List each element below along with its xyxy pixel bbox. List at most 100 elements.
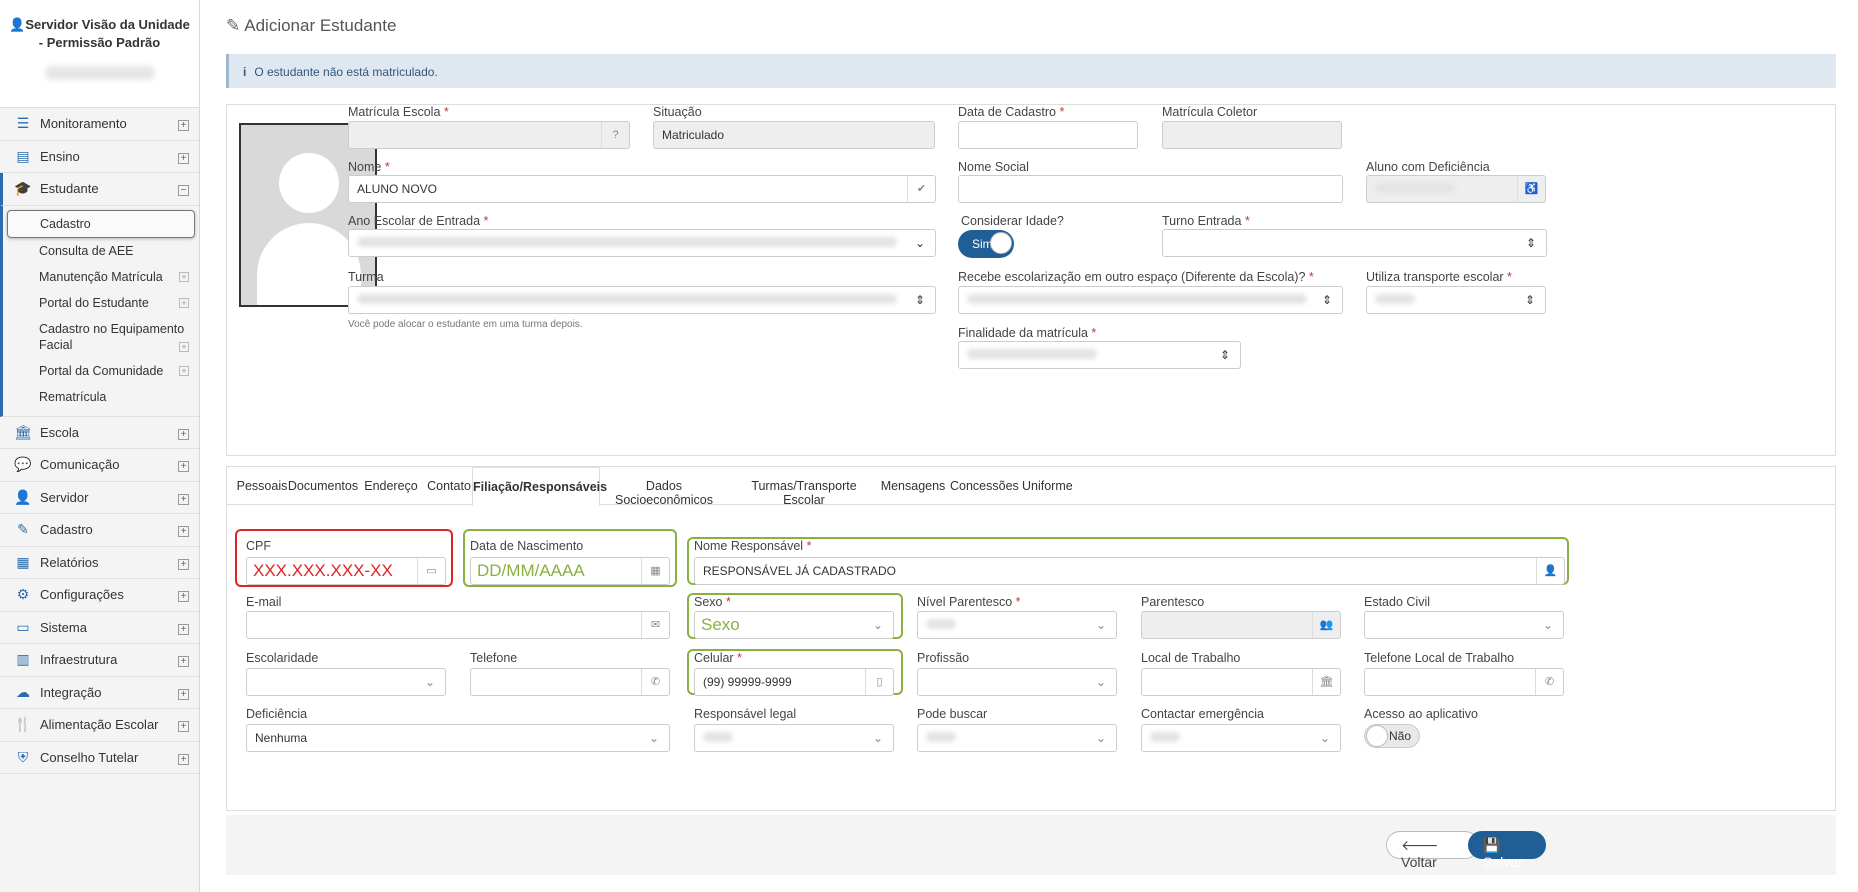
nome-input[interactable]: ALUNO NOVO ✔ bbox=[348, 175, 936, 203]
monitor-icon: ▭ bbox=[16, 618, 30, 635]
sidebar-item-configuracoes[interactable]: ⚙ Configurações + bbox=[0, 579, 199, 612]
wheelchair-icon: ♿ bbox=[1517, 176, 1545, 202]
submenu-item-cadastro[interactable]: Cadastro bbox=[7, 209, 195, 238]
sidebar-item-relatorios[interactable]: ▦ Relatórios + bbox=[0, 546, 199, 579]
expand-icon[interactable]: + bbox=[179, 271, 189, 282]
sexo-select[interactable]: Sexo ⌄ bbox=[694, 611, 894, 639]
local-trabalho-input[interactable]: 🏛 bbox=[1141, 668, 1341, 696]
deficiencia-select[interactable]: Nenhuma ⌄ bbox=[246, 724, 670, 752]
sidebar-item-alimentacao-escolar[interactable]: 🍴 Alimentação Escolar + bbox=[0, 709, 199, 742]
expand-icon[interactable]: + bbox=[178, 461, 189, 472]
id-card-icon: ▭ bbox=[417, 558, 445, 584]
expand-icon[interactable]: + bbox=[178, 656, 189, 667]
transporte-select[interactable]: ⇕ bbox=[1366, 286, 1546, 314]
expand-icon[interactable]: + bbox=[179, 297, 189, 308]
tab-uniforme[interactable]: Uniforme bbox=[1022, 467, 1073, 505]
nome-responsavel-input[interactable]: RESPONSÁVEL JÁ CADASTRADO 👤 bbox=[694, 557, 1565, 585]
tab-endereco[interactable]: Endereço bbox=[363, 467, 419, 505]
expand-icon[interactable]: + bbox=[179, 365, 189, 376]
nome-social-input[interactable] bbox=[958, 175, 1343, 203]
ano-escolar-select[interactable]: ⌄ bbox=[348, 229, 936, 257]
sidebar-item-servidor[interactable]: 👤 Servidor + bbox=[0, 481, 199, 514]
escolaridade-select[interactable]: ⌄ bbox=[246, 668, 446, 696]
submenu-item-label: Rematrícula bbox=[39, 389, 107, 404]
cpf-input[interactable]: XXX.XXX.XXX-XX ▭ bbox=[246, 557, 446, 585]
redacted-value bbox=[926, 619, 956, 629]
sidebar-item-comunicacao[interactable]: 💬 Comunicação + bbox=[0, 449, 199, 482]
expand-icon[interactable]: + bbox=[178, 721, 189, 732]
pode-buscar-select[interactable]: ⌄ bbox=[917, 724, 1117, 752]
sidebar-item-ensino[interactable]: ▤ Ensino + bbox=[0, 140, 199, 173]
expand-icon[interactable]: + bbox=[178, 623, 189, 635]
save-button[interactable]: 💾 Salvar bbox=[1468, 831, 1546, 870]
shield-icon: ⛨ bbox=[17, 748, 29, 765]
tab-filiacao-responsaveis[interactable]: Filiação/Responsáveis bbox=[472, 467, 607, 506]
expand-icon[interactable]: + bbox=[179, 341, 189, 352]
tab-concessoes[interactable]: Concessões bbox=[950, 467, 1019, 505]
finalidade-label: Finalidade da matrícula * bbox=[958, 326, 1097, 340]
escolarizacao-select[interactable]: ⇕ bbox=[958, 286, 1343, 314]
acesso-aplicativo-toggle[interactable]: Não bbox=[1364, 724, 1420, 748]
expand-icon[interactable]: + bbox=[178, 120, 189, 131]
telefone-local-trabalho-input[interactable]: ✆ bbox=[1364, 668, 1564, 696]
tab-turmas-transporte-escolar[interactable]: Turmas/Transporte Escolar bbox=[732, 467, 876, 507]
parentesco-input[interactable]: 👥 bbox=[1141, 611, 1341, 639]
turma-select[interactable]: ⇕ bbox=[348, 286, 936, 314]
sidebar-item-estudante[interactable]: 🎓 Estudante − bbox=[0, 173, 199, 206]
sidebar-item-cadastro[interactable]: ✎ Cadastro + bbox=[0, 514, 199, 547]
collapse-icon[interactable]: − bbox=[178, 185, 189, 196]
sidebar-item-integracao[interactable]: ☁ Integração + bbox=[0, 676, 199, 709]
sort-icon: ⇕ bbox=[1321, 293, 1332, 307]
expand-icon[interactable]: + bbox=[178, 526, 189, 537]
expand-icon[interactable]: + bbox=[178, 591, 189, 602]
data-cadastro-input[interactable] bbox=[958, 121, 1138, 149]
expand-icon[interactable]: + bbox=[178, 428, 189, 440]
expand-icon[interactable]: + bbox=[178, 558, 189, 570]
expand-icon[interactable]: + bbox=[178, 493, 189, 505]
expand-icon[interactable]: + bbox=[178, 753, 189, 765]
submenu-item-manutencao-matricula[interactable]: Manutenção Matrícula + bbox=[3, 264, 199, 290]
sidebar-item-sistema[interactable]: ▭ Sistema + bbox=[0, 611, 199, 644]
estado-civil-select[interactable]: ⌄ bbox=[1364, 611, 1564, 639]
submenu-item-label: Cadastro bbox=[40, 216, 91, 231]
nivel-parentesco-select[interactable]: ⌄ bbox=[917, 611, 1117, 639]
expand-icon[interactable]: + bbox=[178, 688, 189, 700]
sidebar-item-monitoramento[interactable]: ☰ Monitoramento + bbox=[0, 108, 199, 141]
data-nascimento-input[interactable]: DD/MM/AAAA ▦ bbox=[470, 557, 670, 585]
tab-dados-socioeconomicos[interactable]: Dados Socioeconômicos bbox=[602, 467, 726, 507]
sidebar-item-infraestrutura[interactable]: ▥ Infraestrutura + bbox=[0, 644, 199, 677]
contactar-emergencia-select[interactable]: ⌄ bbox=[1141, 724, 1341, 752]
submenu-item-consulta-de-aee[interactable]: Consulta de AEE bbox=[3, 238, 199, 264]
situacao-input[interactable]: Matriculado bbox=[653, 121, 935, 149]
responsavel-legal-select[interactable]: ⌄ bbox=[694, 724, 894, 752]
submenu-item-cadastro-no-equipamento-facial[interactable]: Cadastro no Equipamento Facial + bbox=[3, 316, 199, 358]
submenu-item-portal-do-estudante[interactable]: Portal do Estudante + bbox=[3, 290, 199, 316]
considerar-idade-toggle[interactable]: Sim bbox=[958, 230, 1014, 258]
celular-input[interactable]: (99) 99999-9999 ▯ bbox=[694, 668, 894, 696]
submenu-item-label: Portal da Comunidade bbox=[39, 363, 164, 378]
telefone-input[interactable]: ✆ bbox=[470, 668, 670, 696]
help-icon: ? bbox=[601, 122, 629, 148]
tab-mensagens[interactable]: Mensagens bbox=[880, 467, 946, 505]
sidebar-item-label: Ensino bbox=[40, 148, 80, 164]
email-input[interactable]: ✉ bbox=[246, 611, 670, 639]
expand-icon[interactable]: + bbox=[178, 152, 189, 164]
institution-icon: 🏛 bbox=[14, 423, 32, 440]
matricula-coletor-input[interactable] bbox=[1162, 121, 1342, 149]
tab-contato[interactable]: Contato bbox=[424, 467, 474, 505]
matricula-escola-input[interactable]: ? bbox=[348, 121, 630, 149]
tab-documentos[interactable]: Documentos bbox=[285, 467, 361, 505]
submenu-item-rematricula[interactable]: Rematrícula bbox=[3, 384, 199, 410]
chevron-down-icon: ⌄ bbox=[914, 236, 925, 250]
sidebar-item-escola[interactable]: 🏛 Escola + bbox=[0, 416, 199, 449]
aluno-deficiencia-input[interactable]: ♿ bbox=[1366, 175, 1546, 203]
sidebar-item-label: Estudante bbox=[40, 181, 99, 197]
sidebar-item-conselho-tutelar[interactable]: ⛨ Conselho Tutelar + bbox=[0, 741, 199, 774]
submenu-item-portal-da-comunidade[interactable]: Portal da Comunidade + bbox=[3, 358, 199, 384]
contactar-emergencia-label: Contactar emergência bbox=[1141, 707, 1264, 721]
back-button[interactable]: 🡐 Voltar bbox=[1386, 831, 1479, 870]
finalidade-select[interactable]: ⇕ bbox=[958, 341, 1241, 369]
submenu-item-label: Manutenção Matrícula bbox=[39, 269, 163, 284]
profissao-select[interactable]: ⌄ bbox=[917, 668, 1117, 696]
turno-entrada-select[interactable]: ⇕ bbox=[1162, 229, 1547, 257]
